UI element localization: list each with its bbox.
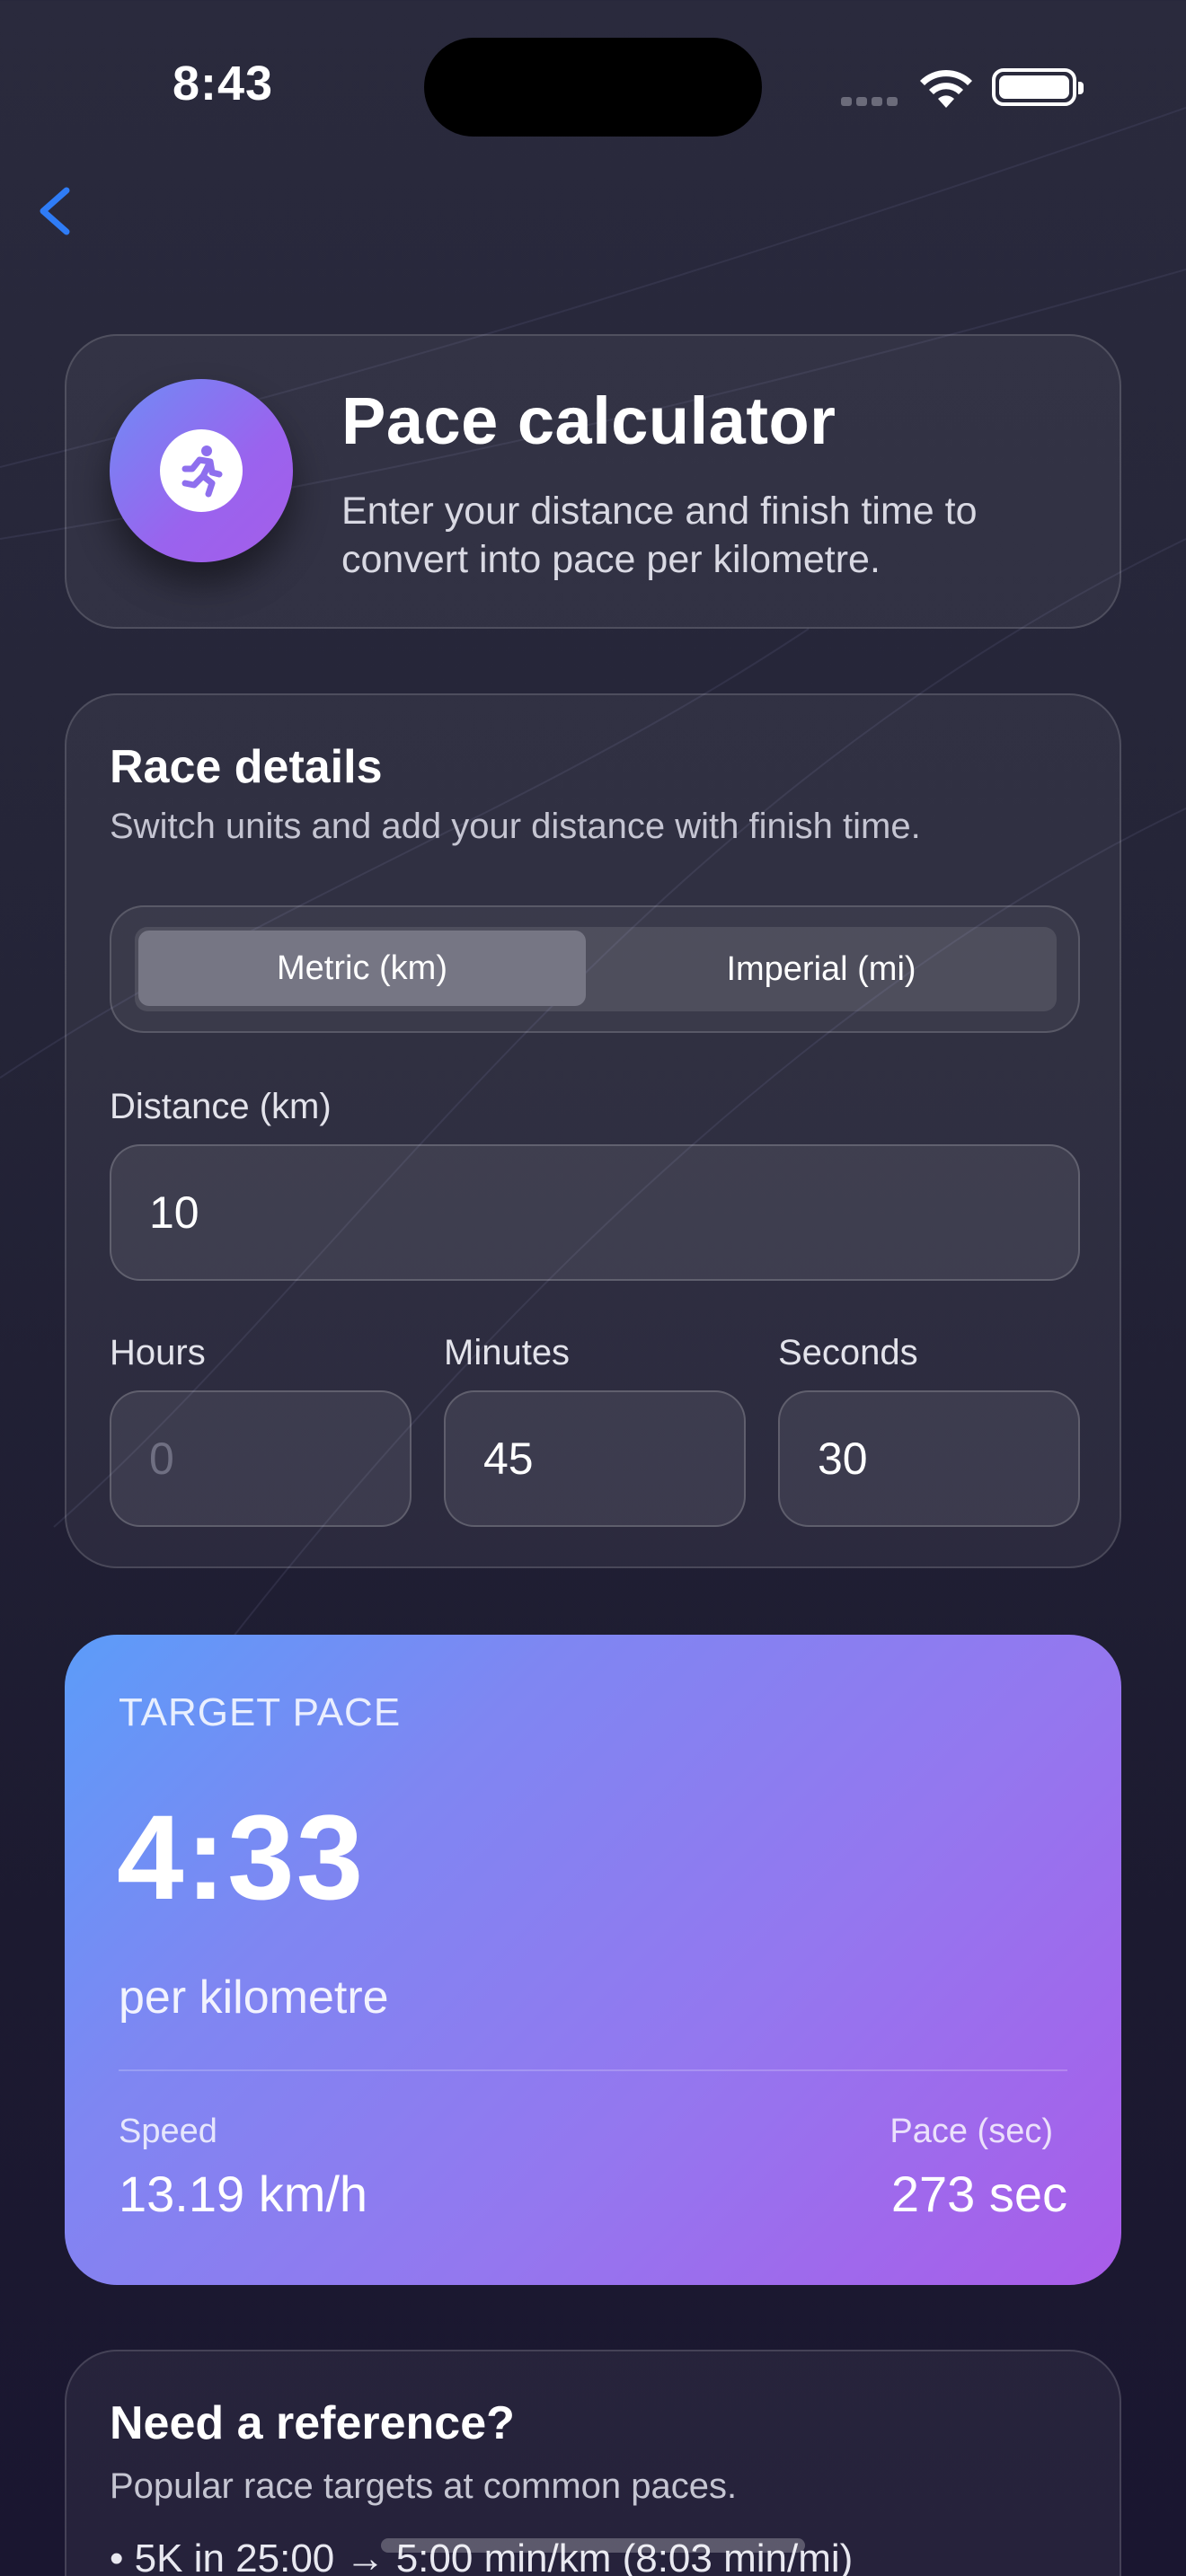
race-details-subtitle: Switch units and add your distance with …	[110, 807, 921, 846]
home-indicator[interactable]	[381, 2538, 805, 2553]
status-time: 8:43	[173, 57, 274, 110]
seconds-input[interactable]: 30	[778, 1390, 1080, 1527]
hours-label: Hours	[110, 1333, 206, 1372]
seconds-label: Seconds	[778, 1333, 918, 1372]
pace-sec-label: Pace (sec)	[890, 2113, 1053, 2150]
page-subtitle: Enter your distance and finish time to c…	[341, 490, 978, 581]
units-metric-option[interactable]: Metric (km)	[138, 931, 586, 1006]
distance-label: Distance (km)	[110, 1087, 332, 1126]
header-card: Pace calculator Enter your distance and …	[65, 334, 1121, 629]
target-pace-eyebrow: TARGET PACE	[119, 1690, 402, 1734]
distance-input[interactable]: 10	[110, 1144, 1080, 1281]
reference-title: Need a reference?	[110, 2397, 515, 2449]
target-pace-card: TARGET PACE 4:33 per kilometre Speed 13.…	[65, 1635, 1121, 2285]
target-pace-unit: per kilometre	[119, 1972, 389, 2024]
units-segmented-control: Metric (km) Imperial (mi)	[110, 905, 1080, 1033]
back-button[interactable]	[29, 180, 83, 243]
reference-subtitle: Popular race targets at common paces.	[110, 2466, 738, 2506]
units-imperial-option[interactable]: Imperial (mi)	[586, 927, 1057, 1011]
minutes-label: Minutes	[444, 1333, 571, 1372]
wifi-icon	[920, 69, 972, 108]
speed-label: Speed	[119, 2113, 217, 2150]
status-bar: 8:43	[0, 0, 1186, 171]
target-pace-value: 4:33	[117, 1791, 366, 1925]
running-figure-icon	[181, 446, 223, 498]
chevron-left-icon	[40, 187, 70, 235]
page-title: Pace calculator	[341, 384, 836, 458]
race-details-title: Race details	[110, 741, 383, 793]
cellular-signal-icon	[841, 94, 902, 110]
race-details-card: Race details Switch units and add your d…	[65, 693, 1121, 1568]
minutes-input[interactable]: 45	[444, 1390, 746, 1527]
hours-input[interactable]: 0	[110, 1390, 412, 1527]
app-badge	[110, 379, 293, 562]
battery-icon	[992, 68, 1084, 106]
speed-value: 13.19 km/h	[119, 2166, 368, 2222]
dynamic-island	[424, 38, 762, 137]
divider	[119, 2069, 1067, 2071]
pace-sec-value: 273 sec	[890, 2166, 1067, 2222]
